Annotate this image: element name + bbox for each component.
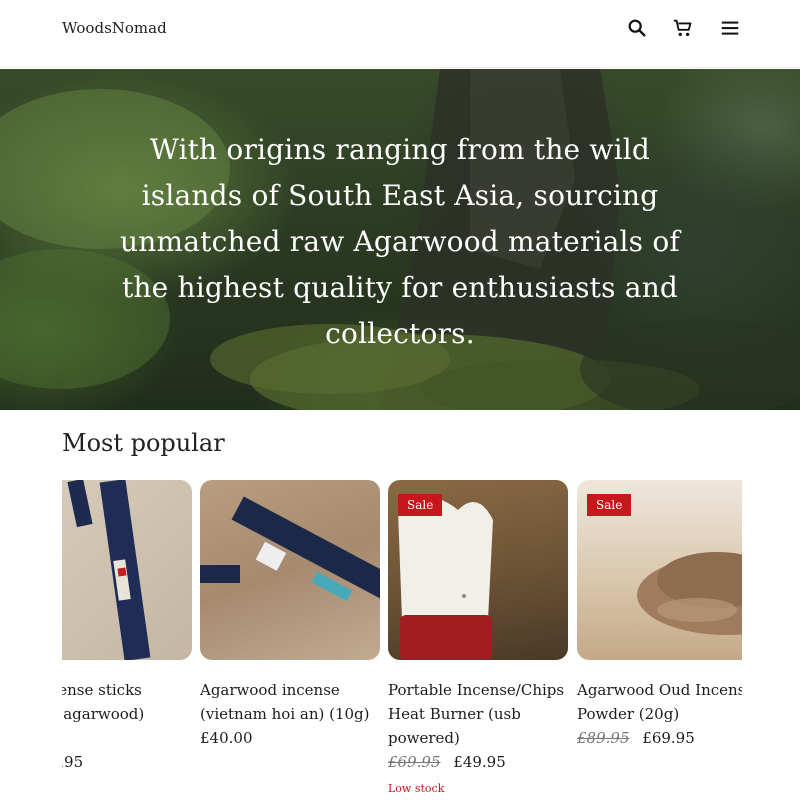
product-price: £69.95 £49.95 [388, 750, 568, 774]
menu-icon[interactable] [718, 16, 742, 40]
product-carousel[interactable]: od incense sticks n wild agarwood) ) £89… [62, 480, 742, 800]
hero-banner: With origins ranging from the wild islan… [0, 69, 800, 410]
sale-badge: Sale [398, 494, 443, 516]
search-icon[interactable] [625, 16, 649, 40]
product-title[interactable]: Agarwood incense (vietnam hoi an) (10g) [200, 678, 380, 726]
incense-sticks-image [67, 480, 151, 660]
product-card[interactable]: Sale Portable Incense/Chips Heat Burner … [388, 480, 568, 795]
current-price: £89.95 [62, 753, 84, 771]
product-price: ) £89.95 [62, 750, 192, 774]
old-price: £89.95 [577, 729, 630, 747]
current-price: £69.95 [642, 729, 695, 747]
product-image[interactable]: Sale [388, 480, 568, 660]
product-image[interactable] [200, 480, 380, 660]
product-card[interactable]: od incense sticks n wild agarwood) ) £89… [62, 480, 192, 774]
product-card[interactable]: Sale Agarwood Oud Incense Powder (20g) £… [577, 480, 742, 750]
product-price: £40.00 [200, 726, 380, 750]
product-title[interactable]: Agarwood Oud Incense Powder (20g) [577, 678, 742, 726]
product-image[interactable] [62, 480, 192, 660]
section-title: Most popular [62, 429, 225, 457]
hero-text: With origins ranging from the wild islan… [120, 133, 680, 350]
product-title[interactable]: od incense sticks n wild agarwood) [62, 678, 192, 726]
product-card[interactable]: Agarwood incense (vietnam hoi an) (10g) … [200, 480, 380, 750]
product-image[interactable]: Sale [577, 480, 742, 660]
product-title[interactable]: Portable Incense/Chips Heat Burner (usb … [388, 678, 568, 750]
low-stock-label: Low stock [388, 782, 445, 795]
current-price: £49.95 [453, 753, 506, 771]
incense-tube-image [200, 496, 380, 609]
current-price: £40.00 [200, 729, 253, 747]
site-header: WoodsNomad [0, 0, 800, 68]
old-price: £69.95 [388, 753, 441, 771]
cart-icon[interactable] [671, 16, 695, 40]
sale-badge: Sale [587, 494, 632, 516]
product-price: £89.95 £69.95 [577, 726, 742, 750]
brand-logo[interactable]: WoodsNomad [62, 19, 167, 37]
